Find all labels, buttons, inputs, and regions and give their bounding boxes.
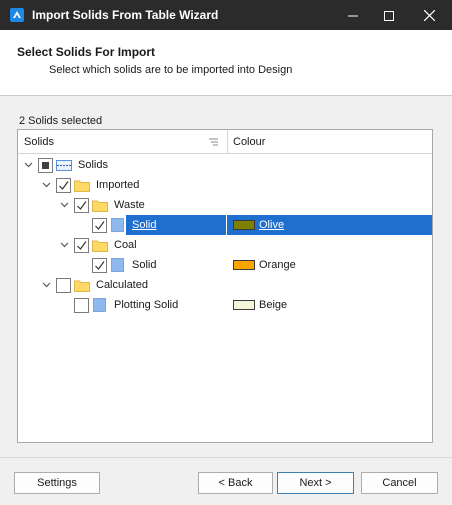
tree-label: Solids	[78, 159, 108, 171]
tree-label: Calculated	[96, 279, 148, 291]
tree-label: Waste	[114, 199, 145, 211]
colour-name[interactable]: Beige	[259, 299, 287, 311]
close-icon	[423, 9, 435, 21]
indeterminate-mark	[42, 162, 49, 169]
solids-tree-grid[interactable]: Solids Colour Solids Imported Waste Soli…	[17, 129, 433, 443]
solid-icon	[111, 258, 124, 272]
settings-button[interactable]: Settings	[14, 472, 100, 494]
checkbox-calculated[interactable]	[56, 278, 71, 293]
checkbox-waste[interactable]	[74, 198, 89, 213]
checkmark-icon	[77, 201, 87, 210]
cancel-button[interactable]: Cancel	[361, 472, 438, 494]
folder-icon	[74, 180, 90, 192]
selection-count: 2 Solids selected	[19, 115, 103, 127]
column-header-colour[interactable]: Colour	[233, 136, 265, 148]
chevron-down-icon[interactable]	[60, 240, 69, 249]
minimize-button[interactable]	[336, 0, 370, 30]
next-button[interactable]: Next >	[277, 472, 354, 494]
checkbox-coal[interactable]	[74, 238, 89, 253]
tree-label: Coal	[114, 239, 137, 251]
checkmark-icon	[95, 261, 105, 270]
checkmark-icon	[59, 181, 69, 190]
solid-icon	[111, 218, 124, 232]
tree-label: Imported	[96, 179, 140, 191]
tree-label: Plotting Solid	[114, 299, 179, 311]
page-subtitle: Select which solids are to be imported i…	[49, 64, 293, 76]
tree-row-solid-waste[interactable]: Solid Olive	[18, 215, 432, 235]
column-divider[interactable]	[227, 130, 228, 154]
chevron-down-icon[interactable]	[24, 160, 33, 169]
tree-label: Solid	[132, 259, 157, 271]
checkbox-solid-coal[interactable]	[92, 258, 107, 273]
solids-root-icon	[56, 160, 72, 171]
chevron-down-icon[interactable]	[60, 200, 69, 209]
tree-row-solid-coal[interactable]: Solid Orange	[18, 255, 432, 275]
tree-row-waste[interactable]: Waste	[18, 195, 432, 215]
minimize-icon	[348, 15, 358, 17]
column-divider	[226, 215, 227, 235]
close-button[interactable]	[412, 0, 446, 30]
solid-icon	[93, 298, 106, 312]
folder-icon	[74, 280, 90, 292]
colour-swatch[interactable]	[233, 260, 255, 270]
wizard-header: Select Solids For Import Select which so…	[0, 30, 452, 96]
checkbox-solids[interactable]	[38, 158, 53, 173]
tree-row-plotting-solid[interactable]: Plotting Solid Beige	[18, 295, 432, 315]
page-title: Select Solids For Import	[17, 45, 156, 59]
tree-row-calculated[interactable]: Calculated	[18, 275, 432, 295]
window-title: Import Solids From Table Wizard	[32, 8, 219, 22]
maximize-icon	[384, 10, 394, 21]
colour-name[interactable]: Olive	[259, 219, 284, 231]
checkmark-icon	[77, 241, 87, 250]
maximize-button[interactable]	[372, 0, 406, 30]
chevron-down-icon[interactable]	[42, 180, 51, 189]
folder-icon	[92, 200, 108, 212]
tree-label: Solid	[132, 219, 157, 231]
tree-row-coal[interactable]: Coal	[18, 235, 432, 255]
app-icon	[10, 8, 24, 22]
checkbox-solid-waste[interactable]	[92, 218, 107, 233]
colour-swatch[interactable]	[233, 300, 255, 310]
colour-swatch[interactable]	[233, 220, 255, 230]
tree-row-imported[interactable]: Imported	[18, 175, 432, 195]
column-header-solids[interactable]: Solids	[24, 136, 54, 148]
back-button[interactable]: < Back	[198, 472, 273, 494]
folder-icon	[92, 240, 108, 252]
title-bar: Import Solids From Table Wizard	[0, 0, 452, 30]
tree-row-solids[interactable]: Solids	[18, 155, 432, 175]
checkmark-icon	[95, 221, 105, 230]
column-menu-icon[interactable]	[209, 138, 218, 146]
colour-name[interactable]: Orange	[259, 259, 296, 271]
checkbox-plotting-solid[interactable]	[74, 298, 89, 313]
column-header: Solids Colour	[18, 130, 432, 154]
chevron-down-icon[interactable]	[42, 280, 51, 289]
checkbox-imported[interactable]	[56, 178, 71, 193]
